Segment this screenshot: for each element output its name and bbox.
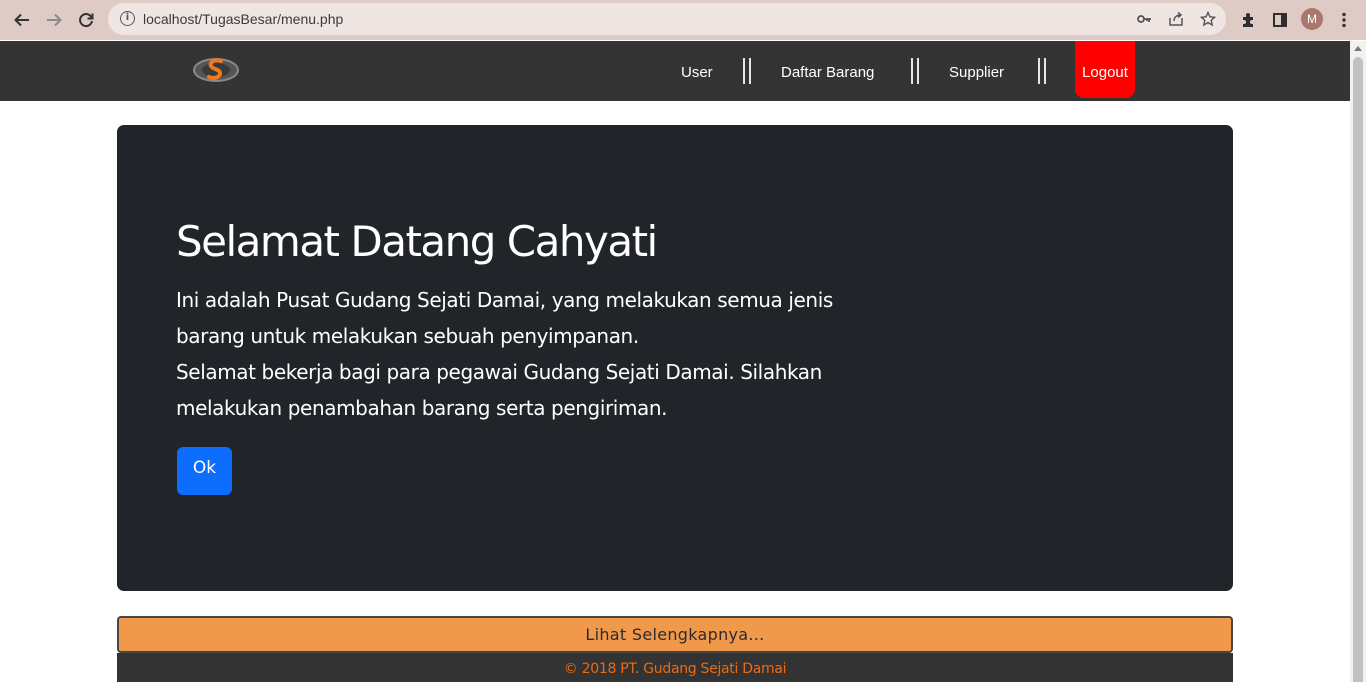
welcome-description: Ini adalah Pusat Gudang Sejati Damai, ya… [176, 282, 856, 426]
welcome-jumbotron: Selamat Datang Cahyati Ini adalah Pusat … [117, 125, 1233, 591]
ok-button[interactable]: Ok [177, 447, 232, 495]
share-icon[interactable] [1166, 9, 1186, 29]
company-logo[interactable] [192, 55, 240, 85]
page-scrollbar[interactable] [1350, 41, 1366, 682]
see-more-button[interactable]: Lihat Selengkapnya... [117, 616, 1233, 653]
nav-user-link[interactable]: User [681, 64, 713, 81]
scroll-up-arrow-icon[interactable] [1354, 46, 1362, 51]
menu-dots-icon[interactable] [1333, 9, 1355, 31]
address-bar[interactable]: i localhost/TugasBesar/menu.php [108, 3, 1226, 35]
key-icon[interactable] [1134, 9, 1154, 29]
browser-toolbar: i localhost/TugasBesar/menu.php M [0, 0, 1366, 40]
avatar[interactable]: M [1301, 8, 1323, 30]
footer-copyright: © 2018 PT. Gudang Sejati Damai [117, 653, 1233, 682]
nav-separator [1038, 58, 1046, 84]
welcome-title: Selamat Datang Cahyati [176, 217, 658, 266]
welcome-paragraph-1: Ini adalah Pusat Gudang Sejati Damai, ya… [176, 288, 833, 348]
nav-separator [911, 58, 919, 84]
welcome-paragraph-2: Selamat bekerja bagi para pegawai Gudang… [176, 360, 822, 420]
logout-button[interactable]: Logout [1075, 41, 1135, 98]
url-text[interactable]: localhost/TugasBesar/menu.php [143, 11, 343, 27]
nav-supplier-link[interactable]: Supplier [949, 64, 1004, 81]
forward-arrow-icon[interactable] [41, 8, 67, 32]
sidepanel-icon[interactable] [1269, 9, 1291, 31]
nav-daftar-barang-link[interactable]: Daftar Barang [781, 64, 874, 81]
back-arrow-icon[interactable] [9, 8, 35, 32]
extensions-icon[interactable] [1237, 9, 1259, 31]
reload-icon[interactable] [73, 8, 99, 32]
star-icon[interactable] [1198, 9, 1218, 29]
site-navbar: User Daftar Barang Supplier Logout [0, 41, 1350, 101]
scrollbar-thumb[interactable] [1353, 57, 1363, 682]
nav-separator [743, 58, 751, 84]
info-icon[interactable]: i [120, 11, 135, 26]
